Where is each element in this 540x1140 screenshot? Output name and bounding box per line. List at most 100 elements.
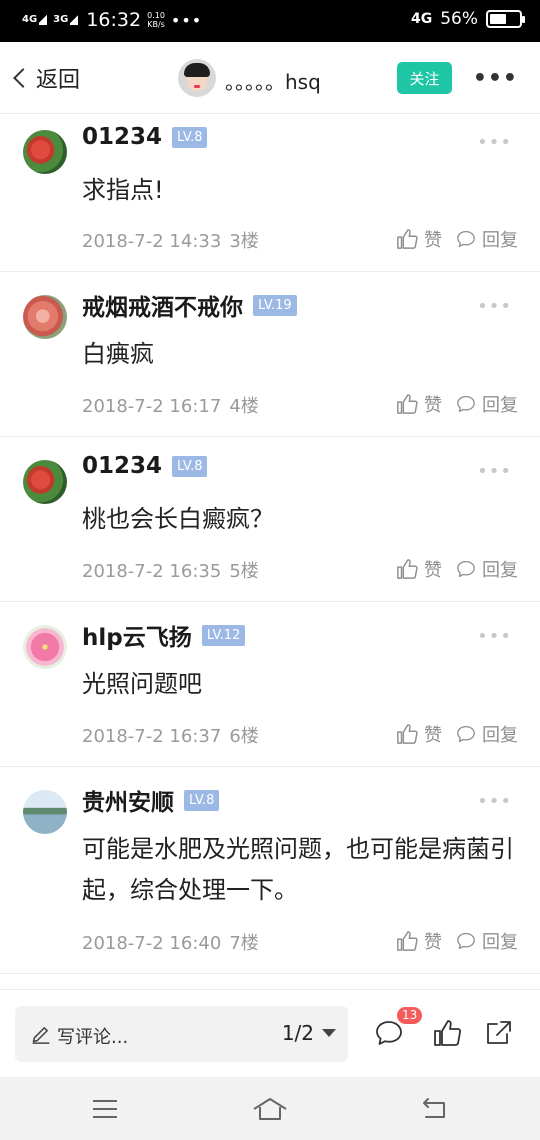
username[interactable]: 01234 bbox=[82, 124, 162, 150]
comment-actions: 赞 回复 bbox=[396, 391, 518, 417]
system-nav-bar bbox=[0, 1077, 540, 1140]
comment-user: 01234 LV.8 bbox=[82, 124, 208, 150]
pencil-icon bbox=[32, 1027, 50, 1044]
comment-more-icon[interactable]: ••• bbox=[477, 296, 512, 317]
notification-dots-icon: ••• bbox=[170, 10, 203, 30]
more-options-icon[interactable]: ••• bbox=[473, 66, 518, 91]
comment-bubble-icon bbox=[457, 395, 475, 413]
bottom-action-bar: 写评论... 1/2 13 bbox=[0, 989, 540, 1077]
comment-meta: 2018-7-2 16:17 4楼 bbox=[82, 392, 259, 418]
battery-icon bbox=[486, 10, 525, 28]
reply-button[interactable]: 回复 bbox=[456, 556, 518, 582]
username[interactable]: hlp云飞扬 bbox=[82, 618, 192, 652]
comment-actions: 赞 回复 bbox=[396, 556, 518, 582]
author-avatar[interactable] bbox=[178, 59, 216, 97]
comment-text: 桃也会长白癜疯？ bbox=[82, 505, 274, 533]
like-label: 赞 bbox=[424, 725, 442, 746]
comment-date: 2018-7-2 16:17 bbox=[82, 396, 222, 417]
comment-bubble-icon bbox=[457, 932, 475, 950]
comment-meta: 2018-7-2 16:35 5楼 bbox=[82, 557, 259, 583]
username[interactable]: 01234 bbox=[82, 453, 162, 479]
comment-more-icon[interactable]: ••• bbox=[477, 791, 512, 812]
reply-button[interactable]: 回复 bbox=[456, 721, 518, 747]
reply-button[interactable]: 回复 bbox=[456, 226, 518, 252]
reply-button[interactable]: 回复 bbox=[456, 928, 518, 954]
thumbs-up-icon[interactable] bbox=[432, 1018, 462, 1048]
thumbs-up-icon bbox=[397, 931, 418, 951]
comment-meta: 2018-7-2 16:37 6楼 bbox=[82, 722, 259, 748]
comment-user: hlp云飞扬 LV.12 bbox=[82, 618, 246, 652]
floor-number: 3楼 bbox=[229, 231, 259, 252]
like-label: 赞 bbox=[424, 230, 442, 251]
thumbs-up-icon bbox=[397, 724, 418, 744]
network-speed-unit: KB/s bbox=[147, 20, 165, 29]
level-badge: LV.8 bbox=[172, 455, 208, 477]
lake-avatar[interactable] bbox=[23, 790, 67, 834]
comment-text: 可能是水肥及光照问题，也可能是病菌引起，综合处理一下。 bbox=[82, 835, 514, 904]
like-button[interactable]: 赞 bbox=[396, 556, 442, 582]
comment-date: 2018-7-2 16:35 bbox=[82, 561, 222, 582]
comment-date: 2018-7-2 16:37 bbox=[82, 726, 222, 747]
comment-bubble-icon bbox=[457, 725, 475, 743]
comments-icon[interactable] bbox=[374, 1018, 404, 1048]
flower-avatar[interactable] bbox=[23, 625, 67, 669]
chevron-left-icon bbox=[13, 68, 33, 88]
thumbs-up-icon bbox=[397, 559, 418, 579]
like-button[interactable]: 赞 bbox=[396, 226, 442, 252]
comment-more-icon[interactable]: ••• bbox=[477, 626, 512, 647]
back-nav-icon[interactable] bbox=[420, 1095, 450, 1123]
floor-number: 6楼 bbox=[229, 726, 259, 747]
comment-user: 戒烟戒酒不戒你 LV.19 bbox=[82, 288, 297, 322]
back-label: 返回 bbox=[36, 68, 81, 93]
comment-text: 白痶疯 bbox=[82, 340, 154, 368]
share-icon[interactable] bbox=[484, 1018, 514, 1048]
username[interactable]: 戒烟戒酒不戒你 bbox=[82, 288, 243, 322]
level-badge: LV.8 bbox=[172, 126, 208, 148]
peach-avatar[interactable] bbox=[23, 295, 67, 339]
like-button[interactable]: 赞 bbox=[396, 391, 442, 417]
comment-bubble-icon bbox=[457, 230, 475, 248]
peach-tree-avatar[interactable] bbox=[23, 460, 67, 504]
floor-number: 7楼 bbox=[229, 933, 259, 954]
back-button[interactable]: 返回 bbox=[10, 62, 80, 94]
like-button[interactable]: 赞 bbox=[396, 721, 442, 747]
comment-more-icon[interactable]: ••• bbox=[477, 461, 512, 482]
author-name[interactable]: 。。。。。hsq bbox=[225, 66, 321, 95]
username[interactable]: 贵州安顺 bbox=[82, 783, 174, 817]
page-selector[interactable]: 1/2 bbox=[282, 1021, 336, 1045]
level-badge: LV.12 bbox=[201, 624, 246, 646]
comment-item[interactable]: 01234 LV.8 ••• 桃也会长白癜疯？ 2018-7-2 16:35 5楼… bbox=[0, 437, 540, 602]
signal-4g-icon: 4G bbox=[22, 13, 48, 25]
network-type: 4G bbox=[410, 11, 433, 27]
follow-button[interactable]: 关注 bbox=[397, 62, 452, 94]
comment-more-icon[interactable]: ••• bbox=[477, 132, 512, 153]
comment-item[interactable]: 戒烟戒酒不戒你 LV.19 ••• 白痶疯 2018-7-2 16:17 4楼 赞… bbox=[0, 272, 540, 437]
write-comment-placeholder: 写评论... bbox=[57, 1027, 129, 1048]
menu-icon[interactable] bbox=[90, 1095, 120, 1123]
comment-list: 01234 LV.8 ••• 求指点! 2018-7-2 14:33 3楼 赞 回… bbox=[0, 114, 540, 974]
floor-number: 4楼 bbox=[229, 396, 259, 417]
post-header: 返回 。。。。。hsq 关注 ••• bbox=[0, 42, 540, 114]
write-comment-input[interactable]: 写评论... 1/2 bbox=[15, 1006, 348, 1062]
battery-percent: 56% bbox=[440, 9, 478, 29]
level-badge: LV.8 bbox=[184, 789, 220, 811]
reply-button[interactable]: 回复 bbox=[456, 391, 518, 417]
like-label: 赞 bbox=[424, 560, 442, 581]
avatar-mouth bbox=[194, 85, 200, 88]
comment-item[interactable]: 贵州安顺 LV.8 ••• 可能是水肥及光照问题，也可能是病菌引起，综合处理一下… bbox=[0, 767, 540, 974]
comment-count-badge: 13 bbox=[397, 1007, 423, 1024]
peach-tree-avatar[interactable] bbox=[23, 130, 67, 174]
network-speed-value: 0.10 bbox=[147, 11, 165, 20]
home-icon[interactable] bbox=[252, 1095, 288, 1123]
level-badge: LV.19 bbox=[253, 294, 297, 316]
network-speed: 0.10 KB/s bbox=[147, 11, 165, 29]
comment-text: 求指点! bbox=[82, 176, 164, 204]
comment-actions: 赞 回复 bbox=[396, 721, 518, 747]
caret-down-icon bbox=[322, 1029, 336, 1037]
floor-number: 5楼 bbox=[229, 561, 259, 582]
comment-item[interactable]: hlp云飞扬 LV.12 ••• 光照问题吧 2018-7-2 16:37 6楼 … bbox=[0, 602, 540, 767]
clock: 16:32 bbox=[86, 9, 142, 31]
like-button[interactable]: 赞 bbox=[396, 928, 442, 954]
comment-bubble-icon bbox=[457, 560, 475, 578]
comment-item[interactable]: 01234 LV.8 ••• 求指点! 2018-7-2 14:33 3楼 赞 回… bbox=[0, 114, 540, 272]
